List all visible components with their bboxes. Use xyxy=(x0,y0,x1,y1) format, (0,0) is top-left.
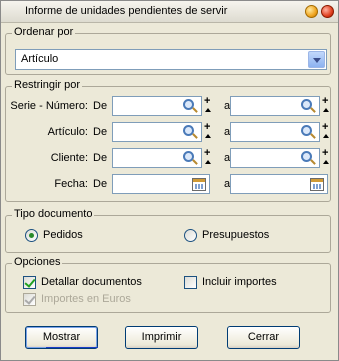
window-title: Informe de unidades pendientes de servir xyxy=(25,5,228,17)
detallar-documentos-checkbox[interactable] xyxy=(23,276,36,289)
sort-select-value: Artículo xyxy=(21,53,59,65)
sort-group: Ordenar por Artículo xyxy=(5,26,331,75)
focus-indicator xyxy=(46,347,98,348)
cliente-from-spin[interactable]: + xyxy=(204,148,212,168)
filter-legend: Restringir por xyxy=(12,79,83,91)
title-bar[interactable]: Informe de unidades pendientes de servir xyxy=(1,1,338,23)
minimize-icon[interactable] xyxy=(305,5,318,18)
sort-legend: Ordenar por xyxy=(12,26,76,38)
fecha-from-input[interactable] xyxy=(112,174,210,194)
from-label: De xyxy=(93,100,108,112)
search-icon[interactable] xyxy=(181,150,199,168)
incluir-importes-checkbox[interactable] xyxy=(184,276,197,289)
importes-euros-checkbox[interactable] xyxy=(23,293,36,306)
articulo-from-input[interactable] xyxy=(112,122,202,142)
fecha-label: Fecha: xyxy=(54,178,88,190)
serie-to-input[interactable] xyxy=(230,96,320,116)
mostrar-button[interactable]: Mostrar xyxy=(25,326,98,349)
search-icon[interactable] xyxy=(299,124,317,142)
detallar-documentos-label[interactable]: Detallar documentos xyxy=(41,276,142,288)
articulo-to-input[interactable] xyxy=(230,122,320,142)
options-group: Opciones Detallar documentos Importes en… xyxy=(5,256,331,313)
search-icon[interactable] xyxy=(299,150,317,168)
presupuestos-radio[interactable] xyxy=(184,229,197,242)
pedidos-radio[interactable] xyxy=(25,229,38,242)
from-label: De xyxy=(93,126,108,138)
fecha-to-input[interactable] xyxy=(230,174,328,194)
calendar-icon[interactable] xyxy=(308,176,326,194)
cliente-to-spin[interactable]: + xyxy=(322,148,330,168)
search-icon[interactable] xyxy=(181,98,199,116)
presupuestos-label[interactable]: Presupuestos xyxy=(202,229,269,241)
cerrar-button[interactable]: Cerrar xyxy=(227,326,300,349)
cliente-to-input[interactable] xyxy=(230,148,320,168)
serie-from-input[interactable] xyxy=(112,96,202,116)
serie-to-spin[interactable]: + xyxy=(322,96,330,116)
cliente-from-input[interactable] xyxy=(112,148,202,168)
articulo-from-spin[interactable]: + xyxy=(204,122,212,142)
options-legend: Opciones xyxy=(12,256,63,268)
chevron-down-icon[interactable] xyxy=(308,51,325,68)
sort-select[interactable]: Artículo xyxy=(15,49,327,70)
pedidos-label[interactable]: Pedidos xyxy=(43,229,83,241)
serie-numero-label: Serie - Número: xyxy=(10,100,88,112)
imprimir-button[interactable]: Imprimir xyxy=(125,326,198,349)
cliente-label: Cliente: xyxy=(50,152,88,164)
importes-euros-label[interactable]: Importes en Euros xyxy=(41,293,131,305)
close-icon[interactable] xyxy=(321,5,334,18)
search-icon[interactable] xyxy=(181,124,199,142)
articulo-label: Artículo: xyxy=(47,126,88,138)
articulo-to-spin[interactable]: + xyxy=(322,122,330,142)
document-type-legend: Tipo documento xyxy=(12,208,95,220)
search-icon[interactable] xyxy=(299,98,317,116)
serie-from-spin[interactable]: + xyxy=(204,96,212,116)
calendar-icon[interactable] xyxy=(190,176,208,194)
incluir-importes-label[interactable]: Incluir importes xyxy=(202,276,277,288)
filter-group: Restringir por Serie - Número: De + a + … xyxy=(5,79,331,202)
from-label: De xyxy=(93,178,108,190)
document-type-group: Tipo documento Pedidos Presupuestos xyxy=(5,208,331,253)
report-dialog: Informe de unidades pendientes de servir… xyxy=(0,0,339,361)
from-label: De xyxy=(93,152,108,164)
